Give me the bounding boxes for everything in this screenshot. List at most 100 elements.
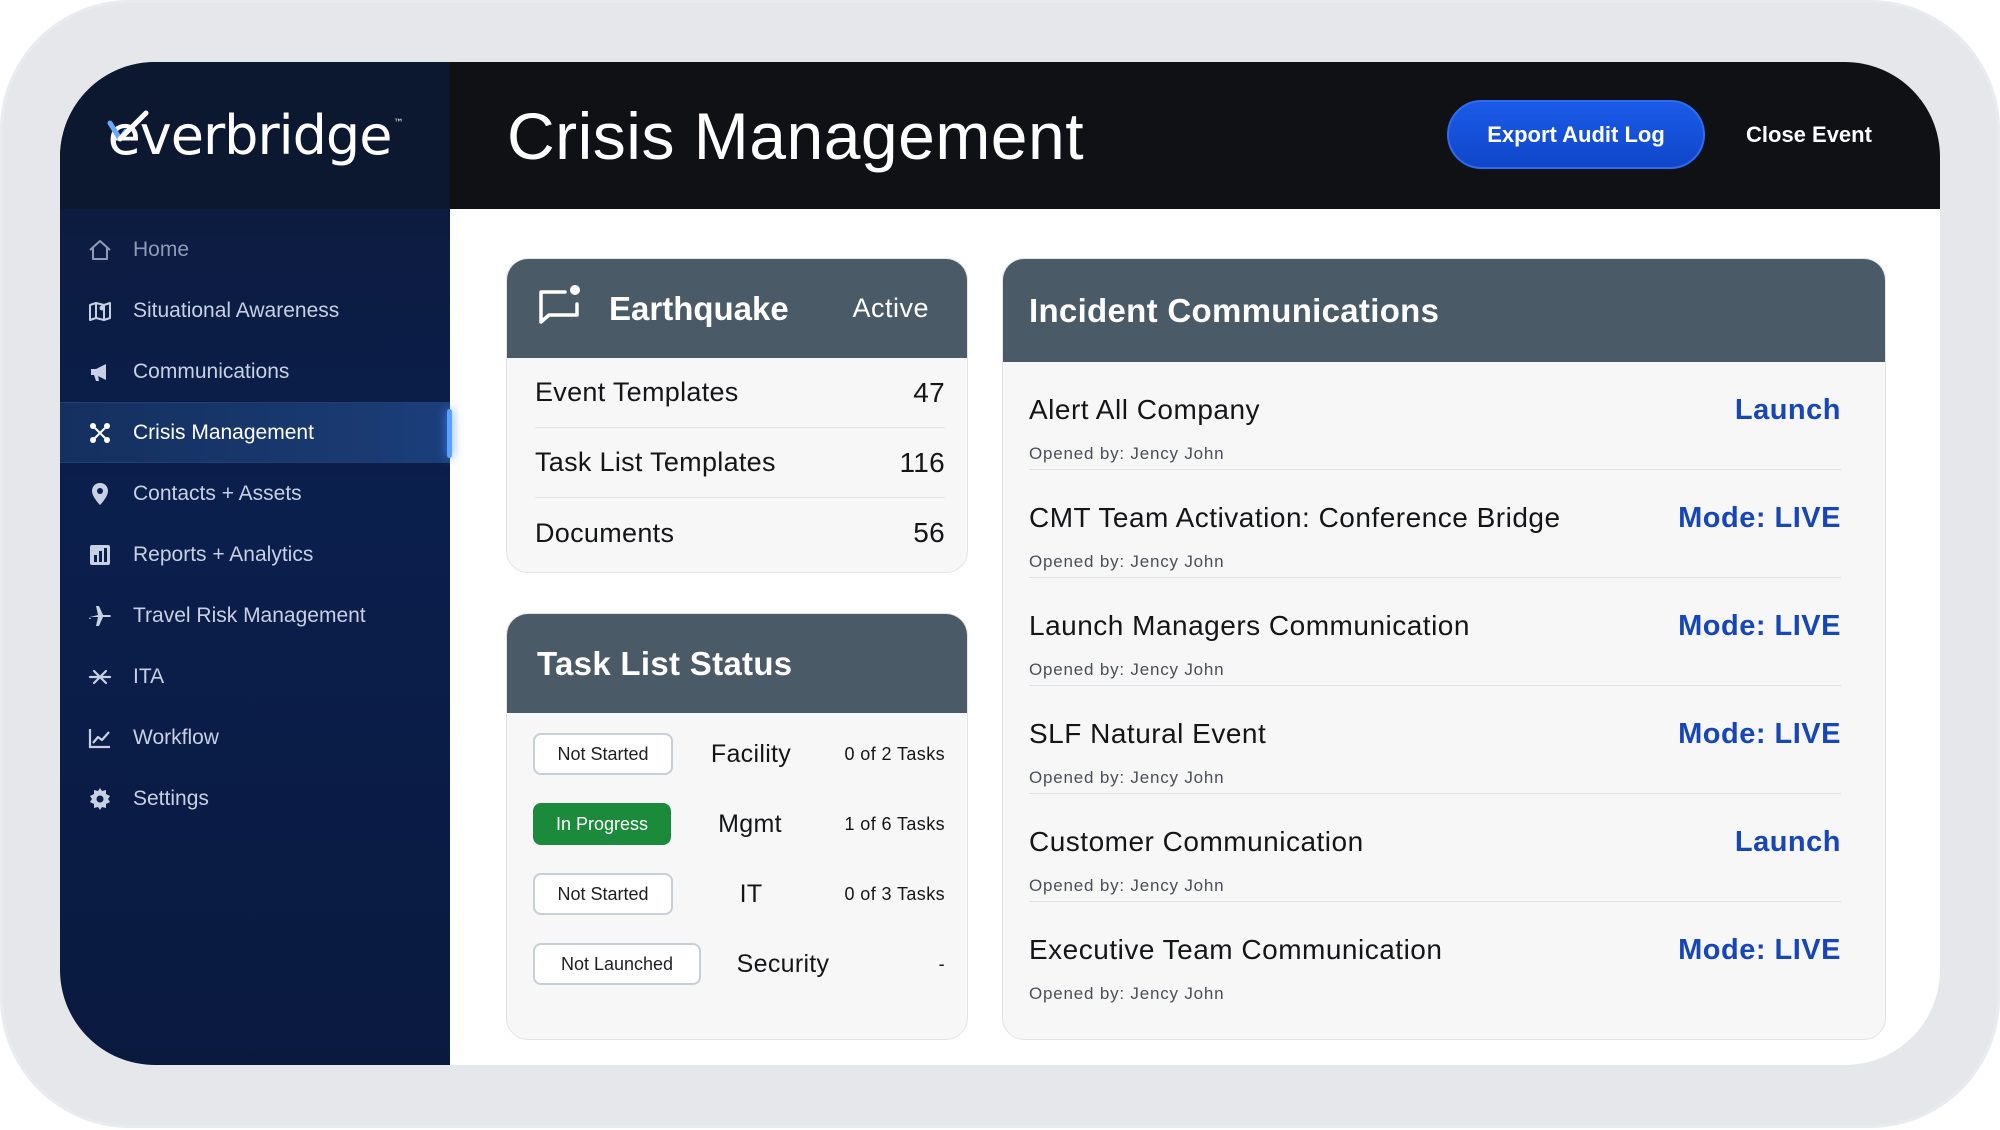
list-item: Executive Team Communication Opened by: … bbox=[1029, 902, 1841, 1010]
sidebar-item-label: Crisis Management bbox=[133, 420, 314, 444]
comm-title: Customer Communication bbox=[1029, 826, 1364, 857]
map-icon bbox=[87, 298, 113, 324]
comm-action-link[interactable]: Mode: LIVE bbox=[1678, 502, 1841, 535]
sidebar: everbridge ™ Home Situational Awareness bbox=[60, 62, 452, 1065]
comm-list: Alert All Company Opened by: Jency John … bbox=[1003, 362, 1885, 1010]
task-rows: Not Started Facility 0 of 2 Tasks In Pro… bbox=[507, 713, 967, 999]
team-name: IT bbox=[739, 879, 763, 908]
count-value: 116 bbox=[899, 446, 945, 478]
task-row-mgmt[interactable]: In Progress Mgmt 1 of 6 Tasks bbox=[507, 789, 967, 859]
list-item: SLF Natural Event Opened by: Jency John … bbox=[1029, 686, 1841, 794]
event-card-header: Earthquake Active bbox=[507, 259, 967, 358]
count-value: 47 bbox=[913, 376, 945, 408]
event-status: Active bbox=[852, 293, 929, 323]
status-badge: Not Launched bbox=[533, 943, 701, 985]
task-list-status-card: Task List Status Not Started Facility 0 … bbox=[506, 613, 968, 1040]
sidebar-item-ita[interactable]: ITA bbox=[60, 646, 450, 707]
event-summary-card: Earthquake Active Event Templates 47 Tas… bbox=[506, 258, 968, 573]
sidebar-item-settings[interactable]: Settings bbox=[60, 768, 450, 829]
location-pin-icon bbox=[87, 481, 113, 507]
comm-opened-by: Opened by: Jency John bbox=[1029, 768, 1225, 787]
status-badge: In Progress bbox=[533, 803, 671, 845]
list-item: Alert All Company Opened by: Jency John … bbox=[1029, 362, 1841, 470]
sidebar-item-communications[interactable]: Communications bbox=[60, 341, 450, 402]
comm-opened-by: Opened by: Jency John bbox=[1029, 444, 1225, 463]
sidebar-item-label: ITA bbox=[133, 664, 165, 688]
task-count: 0 of 2 Tasks bbox=[844, 743, 945, 764]
sidebar-item-label: Situational Awareness bbox=[133, 298, 340, 322]
megaphone-icon bbox=[87, 359, 113, 385]
sidebar-item-label: Workflow bbox=[133, 725, 219, 749]
incident-communications-card: Incident Communications Alert All Compan… bbox=[1002, 258, 1886, 1040]
comm-opened-by: Opened by: Jency John bbox=[1029, 984, 1225, 1003]
list-item: Customer Communication Opened by: Jency … bbox=[1029, 794, 1841, 902]
line-chart-icon bbox=[87, 725, 113, 751]
team-name: Security bbox=[736, 949, 830, 978]
count-row-documents[interactable]: Documents 56 bbox=[535, 498, 945, 568]
airplane-icon bbox=[87, 603, 113, 629]
sidebar-item-label: Contacts + Assets bbox=[133, 481, 302, 505]
sidebar-item-travel-risk[interactable]: Travel Risk Management bbox=[60, 585, 450, 646]
comm-title: Alert All Company bbox=[1029, 394, 1261, 425]
sidebar-item-workflow[interactable]: Workflow bbox=[60, 707, 450, 768]
page-title: Crisis Management bbox=[507, 99, 1085, 173]
status-badge: Not Started bbox=[533, 873, 673, 915]
list-item: Launch Managers Communication Opened by:… bbox=[1029, 578, 1841, 686]
list-item: CMT Team Activation: Conference Bridge O… bbox=[1029, 470, 1841, 578]
everbridge-logo[interactable]: everbridge ™ bbox=[107, 104, 403, 167]
sidebar-item-crisis-management[interactable]: Crisis Management bbox=[60, 402, 452, 463]
bar-chart-icon bbox=[87, 542, 113, 568]
comm-action-link[interactable]: Mode: LIVE bbox=[1678, 610, 1841, 643]
task-count: - bbox=[938, 953, 945, 974]
app-window: everbridge ™ Home Situational Awareness bbox=[60, 62, 1940, 1065]
event-counts: Event Templates 47 Task List Templates 1… bbox=[507, 358, 967, 568]
comm-opened-by: Opened by: Jency John bbox=[1029, 876, 1225, 895]
comm-title: Executive Team Communication bbox=[1029, 934, 1443, 965]
comm-opened-by: Opened by: Jency John bbox=[1029, 660, 1225, 679]
count-row-task-list-templates[interactable]: Task List Templates 116 bbox=[535, 428, 945, 498]
sidebar-item-reports-analytics[interactable]: Reports + Analytics bbox=[60, 524, 450, 585]
comm-title: Launch Managers Communication bbox=[1029, 610, 1470, 641]
task-count: 0 of 3 Tasks bbox=[844, 883, 945, 904]
sidebar-item-label: Reports + Analytics bbox=[133, 542, 314, 566]
team-name: Facility bbox=[710, 739, 792, 768]
sidebar-item-label: Communications bbox=[133, 359, 290, 383]
comm-card-title: Incident Communications bbox=[1003, 259, 1885, 362]
sidebar-nav: Home Situational Awareness Communication… bbox=[60, 209, 452, 829]
comm-action-link[interactable]: Mode: LIVE bbox=[1678, 718, 1841, 751]
comm-opened-by: Opened by: Jency John bbox=[1029, 552, 1225, 571]
count-row-event-templates[interactable]: Event Templates 47 bbox=[535, 358, 945, 428]
task-row-security[interactable]: Not Launched Security - bbox=[507, 929, 967, 999]
sidebar-item-home[interactable]: Home bbox=[60, 219, 450, 280]
logo-area: everbridge ™ bbox=[60, 62, 450, 209]
sidebar-item-contacts-assets[interactable]: Contacts + Assets bbox=[60, 463, 450, 524]
crisis-icon bbox=[87, 420, 113, 446]
logo-trademark: ™ bbox=[393, 118, 403, 129]
event-chat-icon bbox=[537, 284, 583, 333]
comm-action-link[interactable]: Launch bbox=[1735, 394, 1841, 427]
task-row-it[interactable]: Not Started IT 0 of 3 Tasks bbox=[507, 859, 967, 929]
sidebar-item-label: Settings bbox=[133, 786, 209, 810]
team-name: Mgmt bbox=[718, 809, 782, 838]
comm-title: CMT Team Activation: Conference Bridge bbox=[1029, 502, 1561, 533]
home-icon bbox=[87, 237, 113, 263]
sidebar-item-label: Travel Risk Management bbox=[133, 603, 366, 627]
sidebar-item-situational-awareness[interactable]: Situational Awareness bbox=[60, 280, 450, 341]
count-label: Event Templates bbox=[535, 377, 739, 407]
count-label: Documents bbox=[535, 517, 675, 548]
task-row-facility[interactable]: Not Started Facility 0 of 2 Tasks bbox=[507, 719, 967, 789]
task-count: 1 of 6 Tasks bbox=[844, 813, 945, 834]
status-badge: Not Started bbox=[533, 733, 673, 775]
export-audit-log-button[interactable]: Export Audit Log bbox=[1447, 100, 1705, 169]
task-card-title: Task List Status bbox=[507, 614, 967, 713]
comm-action-link[interactable]: Launch bbox=[1735, 826, 1841, 859]
sidebar-item-label: Home bbox=[133, 237, 190, 261]
count-label: Task List Templates bbox=[535, 447, 776, 477]
count-value: 56 bbox=[913, 517, 945, 548]
ita-icon bbox=[87, 664, 113, 690]
top-header: Crisis Management Export Audit Log Close… bbox=[450, 62, 1940, 209]
event-name: Earthquake bbox=[609, 289, 789, 327]
close-event-button[interactable]: Close Event bbox=[1732, 100, 1886, 169]
comm-action-link[interactable]: Mode: LIVE bbox=[1678, 934, 1841, 967]
comm-title: SLF Natural Event bbox=[1029, 718, 1267, 749]
